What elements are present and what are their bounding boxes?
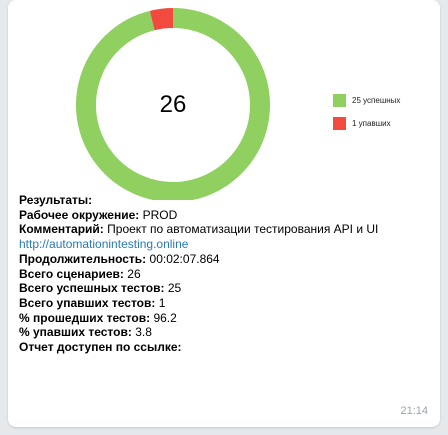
comment-label: Комментарий:	[19, 222, 104, 237]
duration-value: 00:02:07.864	[149, 251, 220, 266]
legend-swatch-failed	[333, 117, 346, 130]
legend-item-failed: 1 упавших	[333, 117, 391, 130]
message-bubble: 26 25 успешных 1 упавших Результаты: Раб…	[8, 0, 440, 427]
chart-center-value: 26	[160, 91, 187, 118]
failed-value: 1	[158, 295, 166, 310]
failed-pct-value: 3.8	[135, 325, 152, 340]
legend-label-failed: 1 упавших	[352, 119, 391, 128]
passed-pct-label: % прошедших тестов:	[19, 310, 151, 325]
message-time: 21:14	[400, 405, 428, 417]
passed-value: 25	[167, 281, 182, 296]
failed-label: Всего упавших тестов:	[19, 295, 156, 310]
report-text: Результаты: Рабочее окружение: PROD Комм…	[19, 193, 378, 355]
passed-pct-value: 96.2	[153, 310, 177, 325]
env-value: PROD	[142, 207, 178, 222]
duration-label: Продолжительность:	[19, 251, 147, 266]
legend-swatch-passed	[333, 94, 346, 107]
total-label: Всего сценариев:	[19, 266, 124, 281]
project-link[interactable]: http://automationintesting.online	[19, 237, 188, 251]
total-value: 26	[127, 266, 141, 281]
legend-item-passed: 25 успешных	[333, 94, 400, 107]
comment-value: Проект по автоматизации тестирования API…	[107, 222, 379, 237]
legend-label-passed: 25 успешных	[352, 96, 401, 105]
env-label: Рабочее окружение:	[19, 207, 140, 222]
results-heading: Результаты:	[19, 193, 93, 207]
donut-slice-1	[149, 8, 174, 31]
passed-label: Всего успешных тестов:	[19, 281, 165, 296]
failed-pct-label: % упавших тестов:	[19, 325, 132, 340]
report-link-label: Отчет доступен по ссылке:	[19, 340, 182, 355]
